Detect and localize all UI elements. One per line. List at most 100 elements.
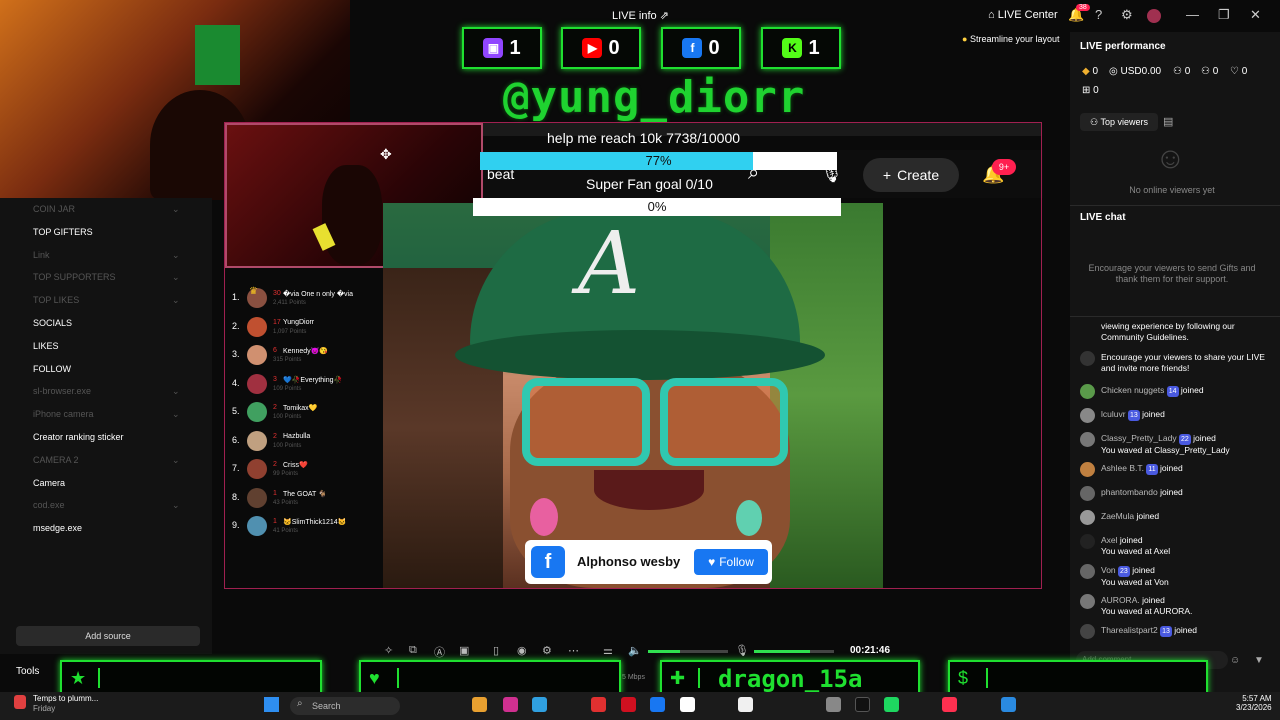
follow-button[interactable]: ♥ Follow [694, 549, 768, 575]
source-item[interactable]: TOP SUPPORTERS [33, 272, 116, 282]
diamond-value: 0 [1092, 66, 1099, 77]
close-icon[interactable]: ✕ [1250, 7, 1261, 23]
leaderboard-row: 7. 2 Criss❤️ 99 Points [225, 459, 382, 485]
emoji-icon[interactable]: ☺ [1230, 655, 1240, 666]
ai-icon[interactable]: Ⓐ [434, 644, 445, 660]
source-item[interactable]: msedge.exe [33, 523, 82, 533]
chat-text: phantombando joined [1101, 487, 1273, 498]
list-icon[interactable]: ▤ [1163, 115, 1173, 128]
source-item[interactable]: COIN JAR [33, 204, 75, 214]
source-item[interactable]: FOLLOW [33, 364, 71, 374]
record-icon[interactable]: ◉ [517, 644, 527, 657]
twitch-icon: ▣ [483, 38, 504, 58]
amazon-icon[interactable] [738, 697, 753, 712]
action-box-heart: ♥ [359, 660, 621, 696]
chevron-down-icon[interactable]: ⌄ [172, 386, 180, 397]
tools-tab[interactable]: Tools [16, 666, 39, 677]
gear-app-icon[interactable] [826, 697, 841, 712]
leaderboard-row: 5. 2 Tomikax💛 100 Points [225, 402, 382, 428]
rank-score: 2 [273, 404, 277, 411]
mic-slider[interactable] [754, 650, 834, 653]
facebook-app-icon[interactable] [650, 697, 665, 712]
instagram-icon[interactable] [503, 697, 518, 712]
source-item[interactable]: cod.exe [33, 500, 65, 510]
create-button[interactable]: + Create [863, 158, 959, 192]
nail-pink [530, 498, 558, 536]
taskbar-search[interactable]: Search [290, 697, 400, 715]
leaderboard-row: 3. 6 Kennedy😈😘 315 Points [225, 345, 382, 371]
source-item[interactable]: iPhone camera [33, 409, 94, 419]
roblox-icon[interactable] [680, 697, 695, 712]
chat-text: Chicken nuggets 14 joined [1101, 385, 1273, 397]
streamline-tip[interactable]: ● Streamline your layout [962, 34, 1060, 44]
minimize-icon[interactable]: — [1186, 7, 1199, 22]
windows-start-icon[interactable] [264, 697, 279, 712]
screen-icon[interactable]: ▣ [459, 644, 469, 657]
chevron-down-icon[interactable]: ⌄ [172, 272, 180, 283]
speaker-icon[interactable]: 🔈 [628, 644, 642, 657]
magic-icon[interactable]: ✧ [384, 644, 393, 657]
source-item[interactable]: sl-browser.exe [33, 386, 91, 396]
filter-icon[interactable]: ▼ [1254, 655, 1264, 666]
gifts-stat: ⊞ 0 [1082, 85, 1099, 96]
source-item[interactable]: TOP GIFTERS [33, 227, 93, 237]
tiktok-live-icon[interactable] [942, 697, 957, 712]
more-icon[interactable]: ⋯ [568, 644, 579, 657]
rank-points: 109 Points [273, 385, 302, 392]
youtube-app-icon[interactable] [591, 697, 606, 712]
chevron-down-icon[interactable]: ⌄ [172, 500, 180, 511]
goal-2-label: Super Fan goal 0/10 [586, 176, 713, 192]
microphone-icon[interactable]: 🎙 [735, 644, 749, 657]
add-source-button[interactable]: Add source [16, 626, 200, 646]
top-viewers-tab[interactable]: ⚇ Top viewers [1080, 113, 1158, 131]
chevron-down-icon[interactable]: ⌄ [172, 455, 180, 466]
spotify-icon[interactable] [884, 697, 899, 712]
chat-text: Classy_Pretty_Lady 22 joined You waved at… [1101, 433, 1273, 456]
source-item[interactable]: SOCIALS [33, 318, 72, 328]
person-silhouette-2 [322, 165, 382, 265]
person-plus-icon: ⚇ [1201, 66, 1210, 77]
avatar [1080, 462, 1095, 477]
live-center-button[interactable]: ⌂ LIVE Center [988, 9, 1058, 21]
dollar-icon: $ [958, 668, 969, 688]
chevron-down-icon[interactable]: ⌄ [172, 409, 180, 420]
weather-icon[interactable] [14, 695, 26, 709]
source-item[interactable]: CAMERA 2 [33, 455, 79, 465]
chat-sub: You waved at AURORA. [1101, 606, 1193, 616]
followers-value: 0 [1212, 66, 1219, 77]
source-item[interactable]: LIKES [33, 341, 59, 351]
home-icon: ⌂ [988, 9, 995, 21]
live-info-button[interactable]: LIVE info ⇗ [612, 9, 669, 22]
tiktok-icon[interactable] [855, 697, 870, 712]
netflix-icon[interactable] [621, 697, 636, 712]
chevron-down-icon[interactable]: ⌄ [172, 204, 180, 215]
stream-timer: 00:21:46 [850, 645, 891, 656]
speaker-slider[interactable] [648, 650, 728, 653]
heart-icon: ♥ [369, 668, 380, 688]
help-icon[interactable]: ? [1095, 7, 1102, 22]
rank-number: 7. [232, 463, 240, 473]
chrome-icon[interactable] [472, 697, 487, 712]
fan-badge: 14 [1166, 386, 1179, 397]
settings-icon[interactable]: ⚙ [542, 644, 552, 657]
gear-icon[interactable]: ⚙ [1121, 7, 1133, 23]
vscode-icon[interactable] [1001, 697, 1016, 712]
phone-icon[interactable]: ▯ [493, 644, 499, 657]
source-item[interactable]: Creator ranking sticker [33, 432, 124, 442]
taskbar-clock[interactable]: 5:57 AM 3/23/2026 [1236, 694, 1272, 712]
chevron-down-icon[interactable]: ⌄ [172, 250, 180, 261]
equalizer-icon[interactable]: ⚌ [603, 644, 613, 657]
rank-number: 6. [232, 434, 240, 445]
streamline-label: Streamline your layout [969, 34, 1060, 44]
maximize-icon[interactable]: ❐ [1218, 7, 1230, 23]
layout-icon[interactable]: ⧉ [409, 644, 417, 657]
source-item[interactable]: TOP LIKES [33, 295, 79, 305]
source-item[interactable]: Camera [33, 478, 65, 488]
chat-username: Tharealistpart2 [1101, 625, 1158, 635]
weather-text[interactable]: Temps to plumm... [33, 694, 98, 703]
chevron-down-icon[interactable]: ⌄ [172, 295, 180, 306]
avatar[interactable] [1147, 9, 1161, 23]
chat-text: AURORA. joined You waved at AURORA. [1101, 595, 1273, 617]
source-item[interactable]: Link [33, 250, 50, 260]
edge-icon[interactable] [532, 697, 547, 712]
